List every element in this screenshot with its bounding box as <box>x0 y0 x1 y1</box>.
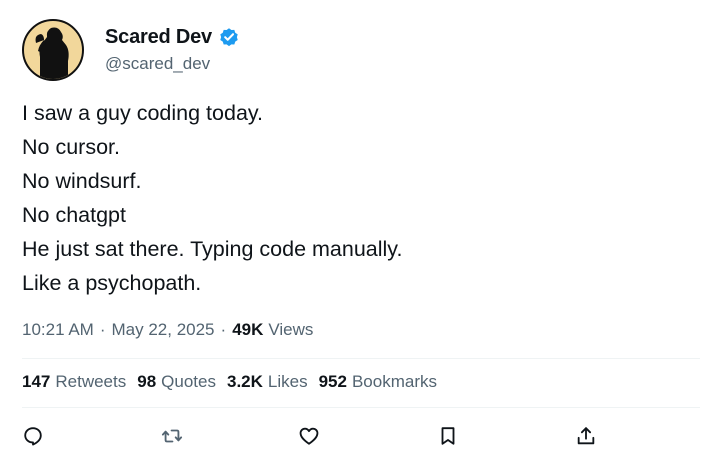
share-button[interactable] <box>574 424 598 448</box>
bookmark-icon <box>441 427 455 445</box>
tweet-line: No cursor. <box>22 135 120 159</box>
tweet-time[interactable]: 10:21 AM <box>22 320 94 340</box>
bookmarks-stat[interactable]: 952 Bookmarks <box>319 372 437 392</box>
retweets-stat[interactable]: 147 Retweets <box>22 372 126 392</box>
heart-icon <box>299 427 319 445</box>
author-handle[interactable]: @scared_dev <box>105 54 210 74</box>
tweet-text: I saw a guy coding today. No cursor. No … <box>22 96 692 300</box>
tweet-line: He just sat there. Typing code manually. <box>22 237 403 261</box>
reply-button[interactable] <box>21 424 45 448</box>
retweets-count: 147 <box>22 372 51 391</box>
likes-label: Likes <box>267 372 308 391</box>
likes-stat[interactable]: 3.2K Likes <box>227 372 308 392</box>
avatar[interactable] <box>22 19 84 81</box>
retweets-label: Retweets <box>55 372 127 391</box>
divider <box>22 407 700 408</box>
views-count: 49K <box>232 320 264 339</box>
engagement-stats: 147 Retweets 98 Quotes 3.2K Likes 952 Bo… <box>22 372 448 392</box>
silhouette-avatar-icon <box>35 27 69 79</box>
retweet-icon <box>161 429 183 443</box>
quotes-label: Quotes <box>161 372 216 391</box>
divider <box>22 358 700 359</box>
share-icon <box>577 427 595 445</box>
like-button[interactable] <box>297 424 321 448</box>
display-name[interactable]: Scared Dev <box>105 26 212 49</box>
bookmarks-count: 952 <box>318 372 347 391</box>
reply-icon <box>24 427 42 446</box>
tweet-line: I saw a guy coding today. <box>22 101 264 125</box>
tweet-meta: 10:21 AM · May 22, 2025 · 49K Views <box>22 320 313 340</box>
meta-separator: · <box>220 320 227 339</box>
bookmarks-label: Bookmarks <box>351 372 437 391</box>
verified-badge-icon <box>218 26 240 48</box>
likes-count: 3.2K <box>226 372 263 391</box>
tweet-line: No chatgpt <box>22 203 126 227</box>
tweet-date[interactable]: May 22, 2025 <box>112 320 215 340</box>
author-name-row[interactable]: Scared Dev <box>105 24 240 50</box>
quotes-count: 98 <box>137 372 157 391</box>
tweet-card: Scared Dev @scared_dev I saw a guy codin… <box>0 0 720 469</box>
meta-separator: · <box>99 320 106 339</box>
retweet-button[interactable] <box>160 424 184 448</box>
tweet-line: Like a psychopath. <box>22 271 202 295</box>
views-label: Views <box>268 320 314 339</box>
quotes-stat[interactable]: 98 Quotes <box>137 372 216 392</box>
bookmark-button[interactable] <box>436 424 460 448</box>
tweet-line: No windsurf. <box>22 169 142 193</box>
